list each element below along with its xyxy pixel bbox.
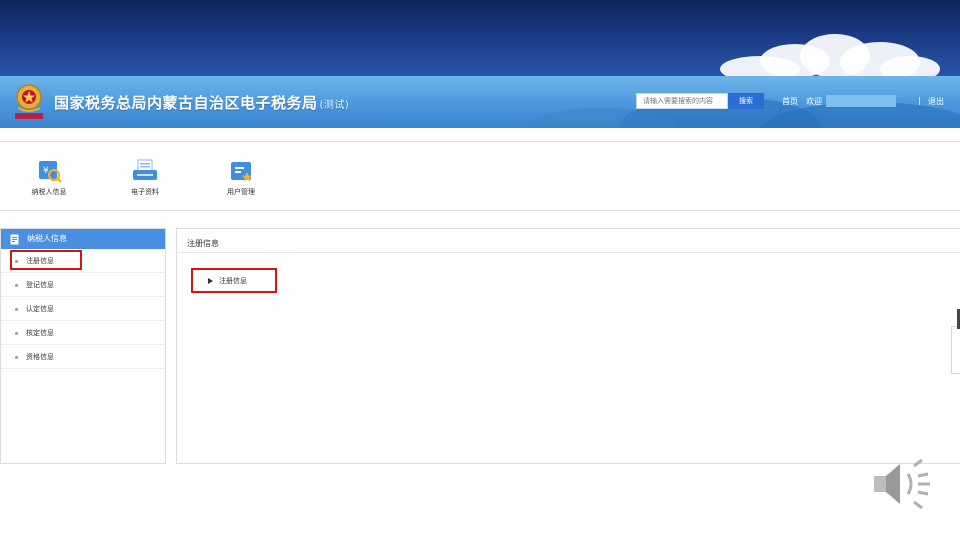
search-input[interactable] [636,93,728,109]
floating-service-widget[interactable] [951,309,960,374]
test-tag: (测试) [319,100,350,111]
screen: 国家税务总局内蒙古自治区电子税务局(测试) 搜索 首页 欢迎 | 退出 ¥ 纳税… [0,0,960,540]
document-icon [10,234,19,245]
sidebar-item-label: 认定信息 [26,305,54,313]
nav-separator: | [918,96,921,105]
sky-background [0,0,960,82]
sidebar-item-label: 资格信息 [26,353,54,361]
toolbar-top-divider [0,141,960,142]
sidebar-header: 纳税人信息 [1,229,165,249]
home-link[interactable]: 首页 [782,96,798,107]
sidebar-item-qualification-info[interactable]: 资格信息 [1,345,165,369]
sidebar-item-label: 核定信息 [26,329,54,337]
tax-emblem-icon [15,84,43,119]
toolbar-e-documents[interactable]: 电子资料 [115,158,175,197]
user-management-icon [231,162,252,182]
sidebar-item-label: 登记信息 [26,281,54,289]
toolbar-label: 纳税人信息 [31,188,67,196]
toolbar-label: 电子资料 [131,188,159,196]
highlight-box-main [191,268,277,293]
search-button[interactable]: 搜索 [728,93,764,109]
sidebar-item-assessment-info[interactable]: 核定信息 [1,321,165,345]
speaker-icon[interactable] [870,456,936,512]
bullet-icon [15,356,18,359]
bullet-icon [15,308,18,311]
welcome-text: 欢迎 [806,97,822,106]
e-documents-icon [133,159,157,180]
bullet-icon [15,284,18,287]
toolbar-user-management[interactable]: 用户管理 [211,158,271,197]
toolbar-bottom-divider [0,210,960,211]
toolbar-taxpayer-info[interactable]: ¥ 纳税人信息 [19,158,79,197]
main-panel: 注册信息 [176,228,960,464]
highlight-box-sidebar [10,250,82,270]
bullet-icon [15,332,18,335]
toolbar-label: 用户管理 [227,188,255,196]
sidebar-item-certification-info[interactable]: 认定信息 [1,297,165,321]
taxpayer-info-icon: ¥ [39,161,62,183]
site-title: 国家税务总局内蒙古自治区电子税务局 (测试) [54,94,350,112]
sidebar-title: 纳税人信息 [27,234,67,243]
sidebar-item-enrollment-info[interactable]: 登记信息 [1,273,165,297]
username-redacted [826,95,896,107]
main-heading: 注册信息 [177,229,960,253]
logout-link[interactable]: 退出 [928,96,944,107]
